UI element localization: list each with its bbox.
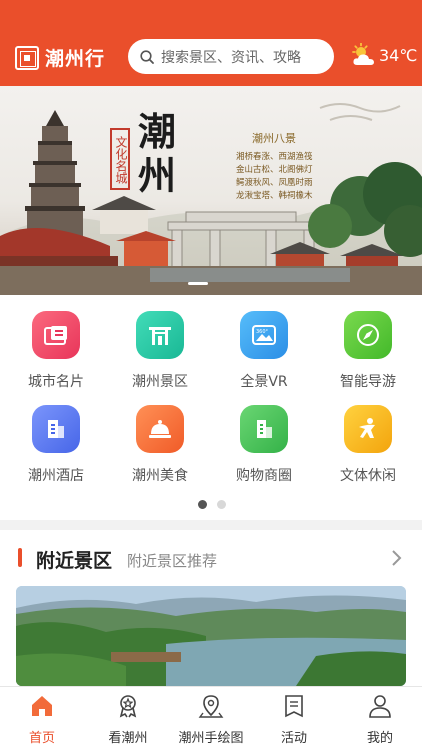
- home-icon: [32, 696, 52, 716]
- app-logo-text: 潮州行: [45, 48, 106, 70]
- grid-pager: [198, 500, 226, 509]
- nearby-section-subtitle: 附近景区推荐: [127, 552, 218, 570]
- grid-item-leisure[interactable]: 文体休闲: [318, 405, 418, 485]
- grid-label: 智能导游: [340, 374, 396, 390]
- tab-mine[interactable]: 我的: [338, 693, 422, 746]
- tab-see-chaozhou[interactable]: 看潮州: [86, 693, 170, 746]
- banner-subtitle: 潮州八景: [252, 132, 296, 145]
- tab-activities[interactable]: 活动: [252, 693, 336, 746]
- tab-label: 活动: [280, 731, 307, 746]
- scenic-gate-icon: [136, 311, 184, 359]
- temperature-value: 34℃: [379, 45, 418, 65]
- app-logo[interactable]: 潮州行: [15, 44, 105, 71]
- city-card-icon: [32, 311, 80, 359]
- medal-icon: [119, 695, 137, 718]
- grid-item-food[interactable]: 潮州美食: [110, 405, 210, 485]
- tab-label: 首页: [28, 731, 55, 746]
- hero-banner[interactable]: 文化名城 潮州 潮州八景 湘桥春涨、西湖渔筏 金山古松、北阁佛灯 鳄渡秋风、凤凰…: [0, 86, 422, 295]
- app-header: 潮州行 搜索景区、资讯、攻略 34℃: [0, 0, 422, 86]
- chevron-right-icon[interactable]: [389, 549, 403, 567]
- tab-label: 我的: [366, 731, 393, 746]
- search-placeholder: 搜索景区、资讯、攻略: [161, 49, 301, 66]
- banner-title: 潮州: [138, 109, 177, 198]
- search-input[interactable]: 搜索景区、资讯、攻略: [128, 39, 334, 74]
- hotel-icon: [32, 405, 80, 453]
- pager-dot-active[interactable]: [198, 500, 207, 509]
- nearby-section-title: 附近景区: [36, 550, 113, 572]
- pager-dot[interactable]: [217, 500, 226, 509]
- banner-indicator: [188, 282, 208, 285]
- banner-scenery-illustration: [0, 103, 422, 295]
- partly-cloudy-icon: [351, 42, 377, 67]
- map-pin-icon: [198, 695, 224, 718]
- user-icon: [369, 695, 391, 718]
- grid-label: 全景VR: [240, 374, 288, 390]
- grid-item-panorama-vr[interactable]: 360° 全景VR: [214, 311, 314, 391]
- grid-item-shopping[interactable]: 购物商圈: [214, 405, 314, 485]
- seal-logo-icon: [15, 45, 39, 70]
- section-accent-bar: [18, 548, 22, 567]
- nearby-scenic-photo[interactable]: [16, 586, 406, 686]
- banner-stamp: 文化名城: [110, 128, 130, 190]
- svg-text:360°: 360°: [256, 329, 269, 335]
- feature-grid: 城市名片 潮州景区 360° 全景VR 智能导游 潮州酒店 潮州美食 购物商圈 …: [0, 295, 422, 520]
- search-icon: [140, 49, 154, 64]
- vr-panorama-icon: 360°: [240, 311, 288, 359]
- weather-widget[interactable]: 34℃: [351, 42, 418, 67]
- tab-label: 潮州手绘图: [178, 731, 244, 746]
- tab-home[interactable]: 首页: [0, 693, 84, 746]
- leisure-figure-icon: [344, 405, 392, 453]
- grid-label: 城市名片: [28, 374, 84, 390]
- grid-label: 潮州美食: [132, 468, 188, 484]
- grid-label: 文体休闲: [340, 468, 396, 484]
- banner-poem-line: 鳄渡秋风、凤凰时雨: [236, 178, 313, 188]
- grid-label: 潮州酒店: [28, 468, 84, 484]
- banner-poem-line: 金山古松、北阁佛灯: [236, 165, 313, 175]
- banner-poem-line: 湘桥春涨、西湖渔筏: [236, 152, 313, 162]
- bottom-tab-bar: 首页 看潮州 潮州手绘图 活动 我的: [0, 686, 422, 750]
- banner-poem-line: 龙湫宝塔、韩祠橡木: [236, 191, 313, 201]
- tab-label: 看潮州: [108, 731, 148, 746]
- shopping-building-icon: [240, 405, 288, 453]
- grid-item-city-card[interactable]: 城市名片: [6, 311, 106, 391]
- grid-label: 购物商圈: [236, 468, 292, 484]
- tab-hand-drawn-map[interactable]: 潮州手绘图: [169, 693, 253, 746]
- grid-label: 潮州景区: [132, 374, 188, 390]
- compass-icon: [344, 311, 392, 359]
- lake-landscape-image: [16, 586, 406, 686]
- grid-item-scenic-spots[interactable]: 潮州景区: [110, 311, 210, 391]
- banner-dot-active: [188, 282, 208, 285]
- section-divider: [0, 520, 422, 530]
- activity-doc-icon: [285, 695, 303, 718]
- banner-poem: 湘桥春涨、西湖渔筏 金山古松、北阁佛灯 鳄渡秋风、凤凰时雨 龙湫宝塔、韩祠橡木: [236, 151, 313, 203]
- food-cloche-icon: [136, 405, 184, 453]
- grid-item-hotels[interactable]: 潮州酒店: [6, 405, 106, 485]
- grid-item-smart-guide[interactable]: 智能导游: [318, 311, 418, 391]
